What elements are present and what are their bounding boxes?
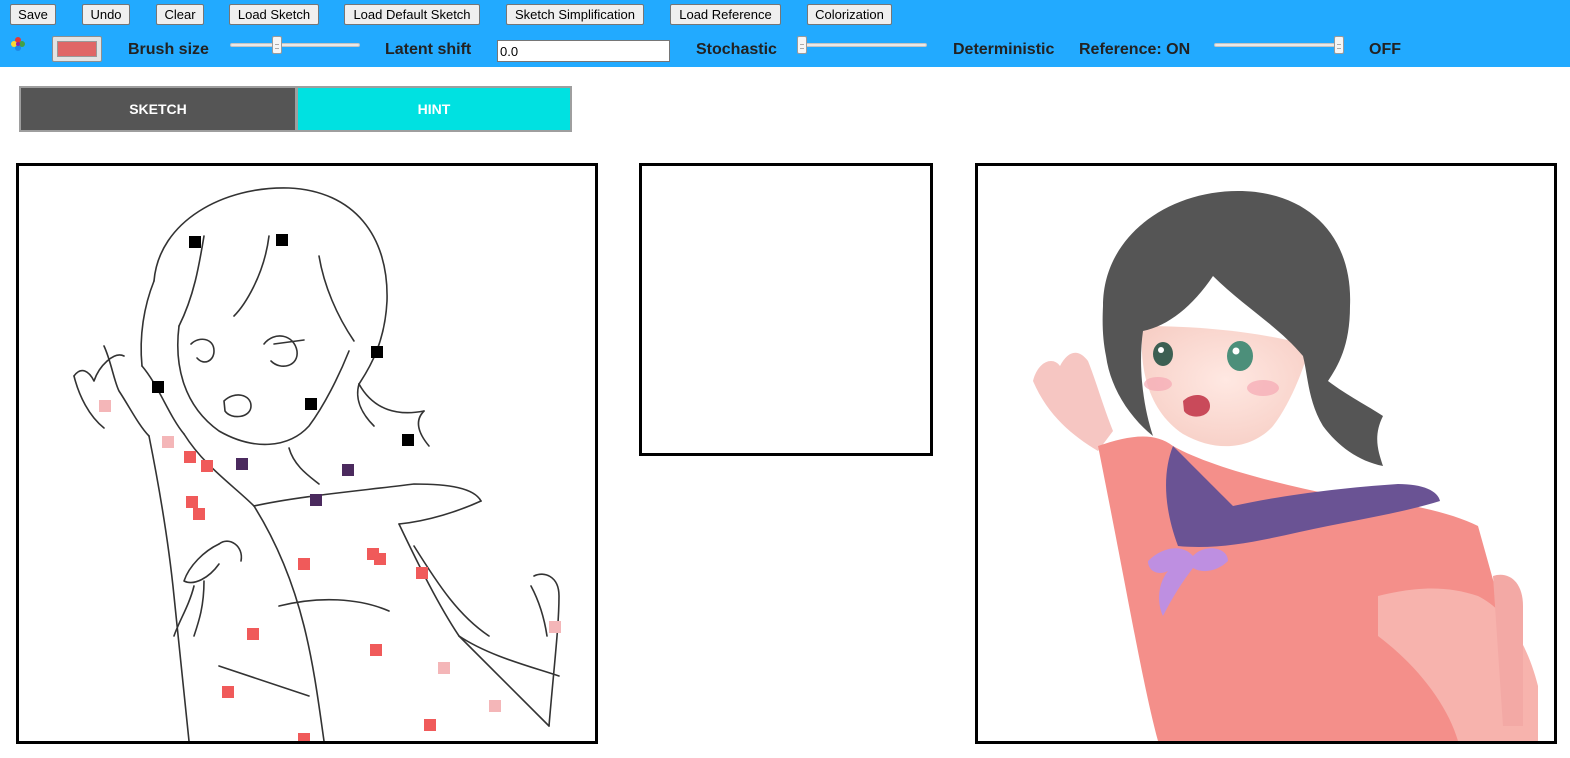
load-default-sketch-button[interactable]: Load Default Sketch (344, 4, 480, 25)
hint-point (247, 628, 259, 640)
save-button[interactable]: Save (10, 4, 56, 25)
clear-button[interactable]: Clear (156, 4, 204, 25)
hint-point (342, 464, 354, 476)
brush-size-label: Brush size (128, 41, 209, 58)
hint-point (298, 733, 310, 741)
latent-shift-label: Latent shift (385, 41, 472, 58)
hint-point (402, 434, 414, 446)
hint-point (370, 644, 382, 656)
deterministic-label: Deterministic (953, 41, 1055, 58)
hint-point (186, 496, 198, 508)
brush-color-swatch (57, 41, 97, 57)
reference-slider[interactable] (1214, 36, 1344, 56)
colorization-button[interactable]: Colorization (807, 4, 892, 25)
slider-thumb[interactable] (1334, 36, 1344, 54)
toolbar: Save Undo Clear Load Sketch Load Default… (0, 0, 1570, 67)
hint-point (298, 558, 310, 570)
sketch-simplification-button[interactable]: Sketch Simplification (506, 4, 644, 25)
hint-point (152, 381, 164, 393)
colorized-result-canvas (975, 163, 1557, 744)
slider-thumb[interactable] (272, 36, 282, 54)
hint-point (201, 460, 213, 472)
hint-point (305, 398, 317, 410)
undo-button[interactable]: Undo (82, 4, 130, 25)
reference-off-label: OFF (1369, 41, 1401, 58)
slider-thumb[interactable] (797, 36, 807, 54)
hint-point (162, 436, 174, 448)
brush-size-slider[interactable] (230, 36, 360, 56)
hint-point (424, 719, 436, 731)
stochastic-label: Stochastic (696, 41, 777, 58)
sketch-lineart (73, 187, 561, 741)
hint-point (99, 400, 111, 412)
hint-point (184, 451, 196, 463)
hint-point (549, 621, 561, 633)
hint-point (489, 700, 501, 712)
color-palette-icon[interactable] (10, 36, 26, 52)
hint-points (99, 234, 561, 741)
stochastic-deterministic-slider[interactable] (797, 36, 927, 56)
hint-point (276, 234, 288, 246)
hint-point (374, 553, 386, 565)
reference-on-label: Reference: ON (1079, 41, 1191, 58)
hint-point (310, 494, 322, 506)
load-reference-button[interactable]: Load Reference (670, 4, 781, 25)
hint-point (416, 567, 428, 579)
hint-point (189, 236, 201, 248)
sketch-canvas[interactable] (16, 163, 598, 744)
reference-canvas[interactable] (639, 163, 933, 456)
tab-hint[interactable]: HINT (296, 86, 572, 132)
hint-point (193, 508, 205, 520)
colorized-illustration (1033, 191, 1538, 741)
latent-shift-input[interactable] (497, 40, 670, 62)
load-sketch-button[interactable]: Load Sketch (229, 4, 319, 25)
hint-point (236, 458, 248, 470)
hint-point (438, 662, 450, 674)
hint-point (222, 686, 234, 698)
brush-color-picker[interactable] (52, 36, 102, 62)
tab-sketch[interactable]: SKETCH (19, 86, 297, 132)
hint-point (371, 346, 383, 358)
